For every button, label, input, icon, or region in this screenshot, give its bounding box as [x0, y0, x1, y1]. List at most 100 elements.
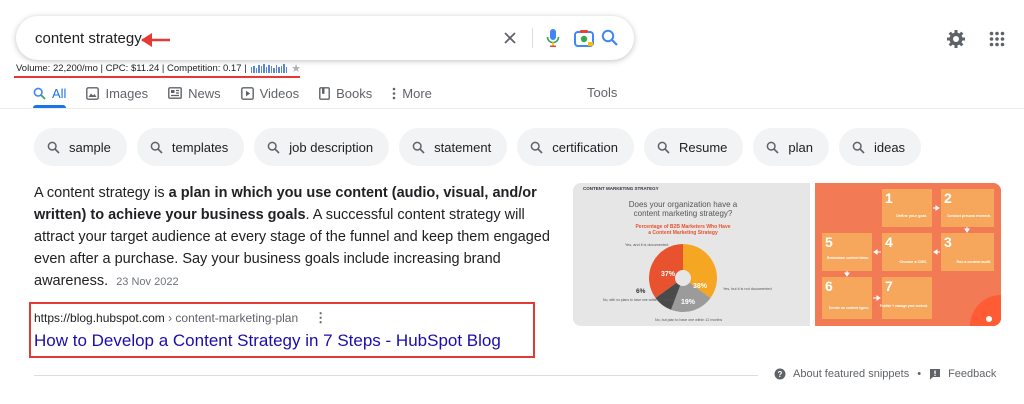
footer-separator: •	[917, 368, 922, 380]
news-icon	[168, 87, 182, 99]
tab-label: Videos	[259, 85, 300, 101]
step-4-label: Choose a CMS.	[899, 260, 927, 264]
apps-grid-icon[interactable]	[986, 28, 1008, 50]
book-icon	[319, 86, 331, 100]
step-3-label: Run a content audit.	[956, 260, 991, 264]
settings-gear-icon[interactable]	[945, 28, 967, 50]
step-1-number: 1	[885, 190, 893, 206]
step-2-label: Conduct persona research.	[947, 214, 991, 218]
refinement-chips: sample templates job description stateme…	[34, 128, 922, 166]
result-url[interactable]: https://blog.hubspot.com › content-marke…	[34, 310, 327, 326]
search-icon	[47, 141, 60, 154]
tab-label: Books	[336, 85, 373, 101]
snippet-date: 23 Nov 2022	[116, 276, 179, 288]
chip-ideas[interactable]: ideas	[838, 128, 922, 166]
tab-all[interactable]: All	[33, 84, 66, 102]
chip-resume[interactable]: Resume	[643, 128, 744, 166]
microphone-icon[interactable]	[542, 27, 564, 49]
search-icon[interactable]	[599, 27, 621, 49]
tab-news[interactable]: News	[168, 84, 221, 102]
step-6-label: Decide on content types.	[829, 306, 869, 310]
search-icon	[150, 141, 163, 154]
search-icon	[657, 141, 670, 154]
snippet-footer: ? About featured snippets • Feedback	[774, 368, 996, 380]
step-7-label: Publish + manage your content.	[880, 304, 928, 308]
step-2-number: 2	[944, 190, 952, 206]
step-5-label: Brainstorm content ideas.	[827, 256, 869, 260]
about-featured-snippets-link[interactable]: About featured snippets	[793, 368, 909, 380]
tab-tools[interactable]: Tools	[587, 85, 617, 100]
keyword-stats-text: Volume: 22,200/mo | CPC: $11.24 | Compet…	[16, 62, 247, 74]
step-5-number: 5	[825, 234, 833, 250]
search-icon	[530, 141, 543, 154]
svg-text:?: ?	[778, 370, 783, 379]
tab-images[interactable]: Images	[86, 84, 148, 102]
feedback-icon	[929, 368, 941, 380]
tab-books[interactable]: Books	[319, 84, 372, 102]
chip-job-description[interactable]: job description	[254, 128, 390, 166]
annotation-arrow-icon	[141, 33, 170, 47]
pie-label-6: 6%	[636, 288, 646, 295]
footer-divider	[34, 375, 758, 376]
trend-bars-icon	[250, 63, 288, 73]
chip-label: templates	[171, 139, 229, 155]
img1-question: Does your organization have a content mar…	[629, 200, 738, 218]
pie-legend-1: Yes, but it is not documented	[723, 287, 772, 291]
annotation-underline	[14, 76, 300, 78]
pie-label-19: 19%	[681, 299, 696, 306]
search-icon	[267, 141, 280, 154]
pie-legend-3: No, with no plans to have one within 12 …	[603, 298, 674, 302]
step-4-number: 4	[885, 234, 893, 250]
chip-plan[interactable]: plan	[753, 128, 829, 166]
tabs-divider	[0, 108, 1024, 109]
result-more-icon[interactable]: ⋮	[314, 310, 327, 326]
tab-label: News	[188, 85, 221, 101]
featured-snippet-text: A content strategy is a plan in which yo…	[34, 182, 554, 293]
tab-label: Images	[105, 85, 149, 101]
chip-certification[interactable]: certification	[517, 128, 634, 166]
snippet-image-steps[interactable]: 1 Define your goal. 2 Conduct persona re…	[815, 183, 1001, 326]
camera-lens-icon[interactable]	[573, 27, 595, 49]
chip-label: ideas	[873, 139, 906, 155]
star-icon[interactable]: ★	[291, 62, 301, 75]
help-circle-icon: ?	[774, 368, 786, 380]
clear-icon[interactable]	[499, 27, 521, 49]
snippet-intro: A content strategy is	[34, 185, 169, 201]
search-tabs: All Images News Videos Books More	[33, 84, 452, 106]
step-3-number: 3	[944, 234, 952, 250]
feedback-link[interactable]: Feedback	[948, 368, 996, 380]
search-icon	[33, 87, 46, 100]
step-7-number: 7	[885, 278, 893, 294]
tab-label: More	[402, 85, 432, 101]
chip-statement[interactable]: statement	[399, 128, 508, 166]
tab-videos[interactable]: Videos	[240, 84, 300, 102]
search-divider	[532, 28, 533, 48]
more-vert-icon	[392, 87, 396, 100]
pie-legend-2: No, but plan to have one within 12 month…	[655, 318, 722, 322]
chip-templates[interactable]: templates	[136, 128, 245, 166]
search-input[interactable]	[35, 27, 355, 49]
chip-label: statement	[434, 139, 492, 155]
snippet-image-pie-chart[interactable]: CONTENT MARKETING STRATEGY Does your org…	[573, 183, 810, 326]
pie-legend-0: Yes, and it is documented	[625, 243, 668, 247]
step-6-number: 6	[825, 278, 833, 294]
chip-label: sample	[69, 139, 111, 155]
step-1-label: Define your goal.	[896, 214, 927, 218]
search-icon	[852, 141, 865, 154]
chip-label: plan	[788, 139, 813, 155]
chip-label: job description	[289, 139, 374, 155]
img1-subtitle: Percentage of B2B Marketers Who Have a Co…	[635, 224, 730, 236]
tab-label: All	[52, 85, 67, 101]
result-path: › content-marketing-plan	[168, 311, 299, 325]
result-domain: https://blog.hubspot.com	[34, 311, 165, 325]
pie-label-38: 38%	[693, 283, 708, 290]
result-title-link[interactable]: How to Develop a Content Strategy in 7 S…	[34, 331, 501, 351]
search-box[interactable]	[16, 16, 634, 60]
keyword-stats: Volume: 22,200/mo | CPC: $11.24 | Compet…	[16, 61, 301, 75]
chip-label: certification	[552, 139, 618, 155]
search-icon	[412, 141, 425, 154]
chip-sample[interactable]: sample	[34, 128, 127, 166]
pie-label-37: 37%	[661, 271, 676, 278]
tab-more[interactable]: More	[392, 84, 432, 102]
search-icon	[766, 141, 779, 154]
